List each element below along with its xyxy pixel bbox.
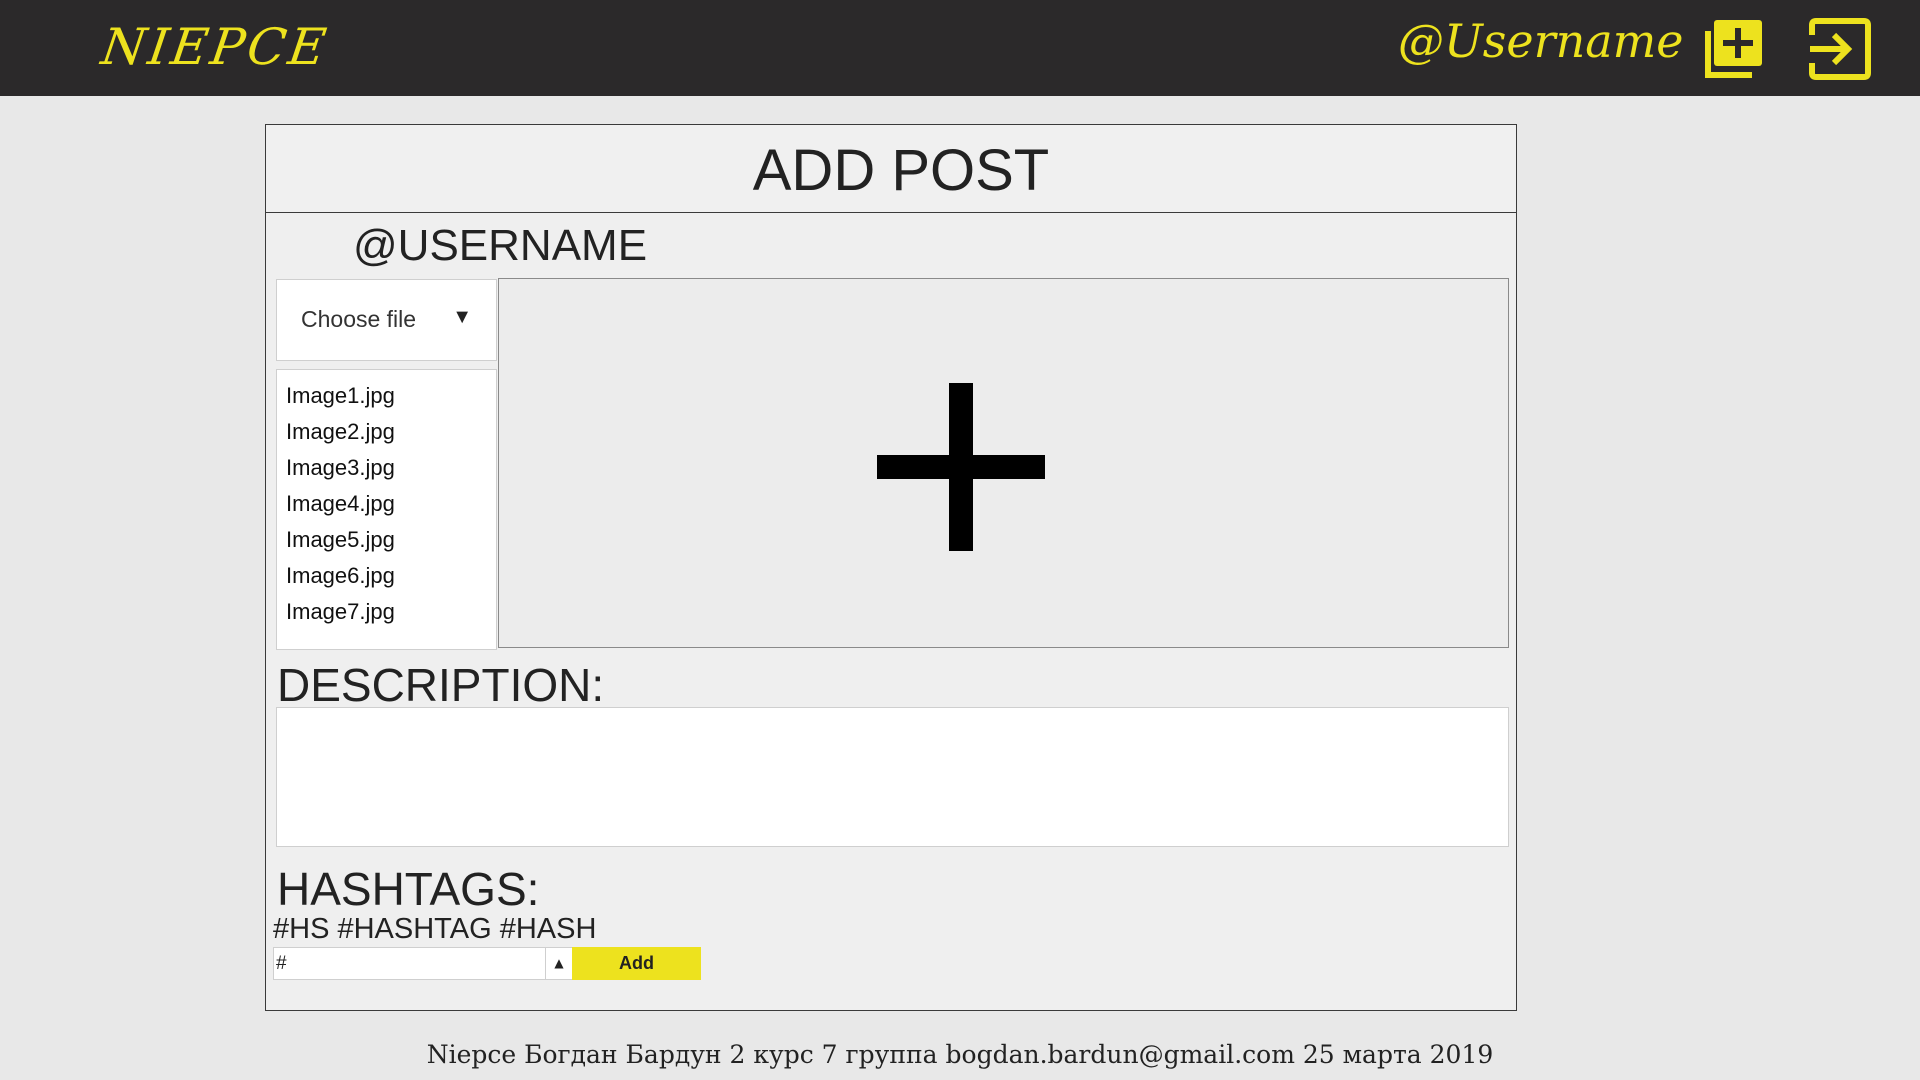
image-dropzone[interactable] (498, 278, 1509, 648)
description-field[interactable] (276, 707, 1509, 847)
top-bar: NIEPCE @Username (0, 0, 1920, 96)
logout-icon[interactable] (1808, 17, 1874, 81)
footer-text: Niepce Богдан Бардун 2 курс 7 группа bog… (426, 1040, 1494, 1069)
choose-file-label: Choose file (301, 306, 417, 332)
file-list: Image1.jpg Image2.jpg Image3.jpg Image4.… (276, 369, 497, 650)
app-logo[interactable]: NIEPCE (98, 18, 333, 76)
file-item[interactable]: Image4.jpg (277, 486, 496, 522)
choose-file-dropdown[interactable]: Choose file ▼ (276, 279, 497, 361)
hashtag-input[interactable] (274, 948, 546, 979)
caret-up-icon[interactable]: ▲ (545, 948, 572, 979)
hashtag-input-wrapper: ▲ (273, 947, 573, 980)
hashtags-label: HASHTAGS: (277, 863, 540, 915)
chevron-down-icon: ▼ (452, 306, 472, 328)
file-item[interactable]: Image6.jpg (277, 558, 496, 594)
add-box-icon[interactable] (1700, 17, 1766, 81)
post-username: @USERNAME (353, 221, 648, 270)
add-hashtag-button[interactable]: Add (572, 947, 701, 980)
plus-icon (877, 383, 1045, 551)
page-title: ADD POST (752, 138, 1050, 203)
file-item[interactable]: Image7.jpg (277, 594, 496, 630)
file-item[interactable]: Image5.jpg (277, 522, 496, 558)
header-username[interactable]: @Username (1398, 14, 1683, 68)
description-label: DESCRIPTION: (277, 659, 605, 711)
file-item[interactable]: Image1.jpg (277, 378, 496, 414)
file-item[interactable]: Image2.jpg (277, 414, 496, 450)
panel-header: ADD POST (266, 125, 1516, 213)
add-post-panel: ADD POST @USERNAME Choose file ▼ Image1.… (265, 124, 1517, 1011)
file-item[interactable]: Image3.jpg (277, 450, 496, 486)
hashtag-list: #HS #HASHTAG #HASH (273, 913, 597, 945)
